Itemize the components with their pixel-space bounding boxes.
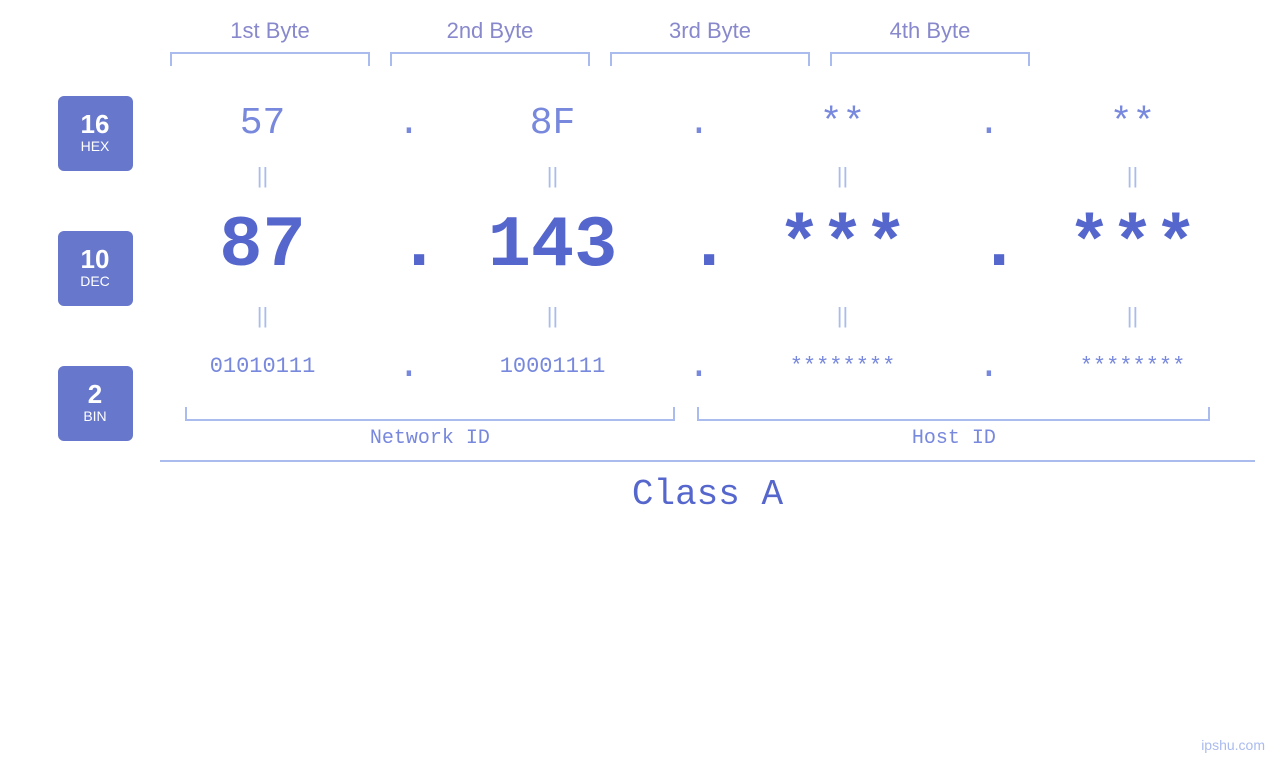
dec-byte1: 87 [153,205,373,287]
class-line [160,460,1255,462]
hex-dot1: . [398,102,418,145]
eq2: || [443,163,663,189]
top-bracket-2 [390,52,590,66]
eq5: || [153,303,373,329]
bin-byte3: ******** [733,354,953,379]
bin-byte4: ******** [1023,354,1243,379]
hex-byte4: ** [1023,102,1243,145]
bottom-brackets [140,407,1255,421]
equals-row-2: || || || || [140,301,1255,331]
hex-byte3: ** [733,102,953,145]
hex-dot3: . [978,102,998,145]
dec-byte2: 143 [443,205,663,287]
id-labels: Network ID Host ID [140,427,1255,450]
dec-dot3: . [978,205,998,287]
class-label: Class A [160,474,1255,515]
hex-row: 57 . 8F . ** . ** [140,86,1255,161]
equals-row-1: || || || || [140,161,1255,191]
eq4: || [1023,163,1243,189]
bin-row: 01010111 . 10001111 . ******** . *******… [140,331,1255,401]
network-id-label: Network ID [185,427,676,450]
eq8: || [1023,303,1243,329]
top-bracket-4 [830,52,1030,66]
host-id-label: Host ID [697,427,1210,450]
network-bracket [185,407,676,421]
bin-byte2: 10001111 [443,354,663,379]
class-section: Class A [160,460,1255,515]
host-bracket [697,407,1210,421]
top-bracket-1 [170,52,370,66]
top-bracket-3 [610,52,810,66]
byte-header-4: 4th Byte [820,18,1040,44]
eq6: || [443,303,663,329]
byte-header-1: 1st Byte [160,18,380,44]
page-container: 1st Byte 2nd Byte 3rd Byte 4th Byte 16 H… [0,0,1285,767]
hex-byte2: 8F [443,102,663,145]
dec-byte4: *** [1023,205,1243,287]
eq3: || [733,163,953,189]
byte-header-2: 2nd Byte [380,18,600,44]
bin-dot3: . [978,345,998,388]
dec-byte3: *** [733,205,953,287]
dec-dot1: . [398,205,418,287]
dec-badge: 10 DEC [58,231,133,306]
hex-dot2: . [688,102,708,145]
bin-dot2: . [688,345,708,388]
hex-byte1: 57 [153,102,373,145]
hex-badge: 16 HEX [58,96,133,171]
bin-dot1: . [398,345,418,388]
bin-byte1: 01010111 [153,354,373,379]
dec-dot2: . [688,205,708,287]
byte-header-3: 3rd Byte [600,18,820,44]
bin-badge: 2 BIN [58,366,133,441]
eq7: || [733,303,953,329]
watermark: ipshu.com [1201,737,1265,753]
eq1: || [153,163,373,189]
dec-row: 87 . 143 . *** . *** [140,191,1255,301]
